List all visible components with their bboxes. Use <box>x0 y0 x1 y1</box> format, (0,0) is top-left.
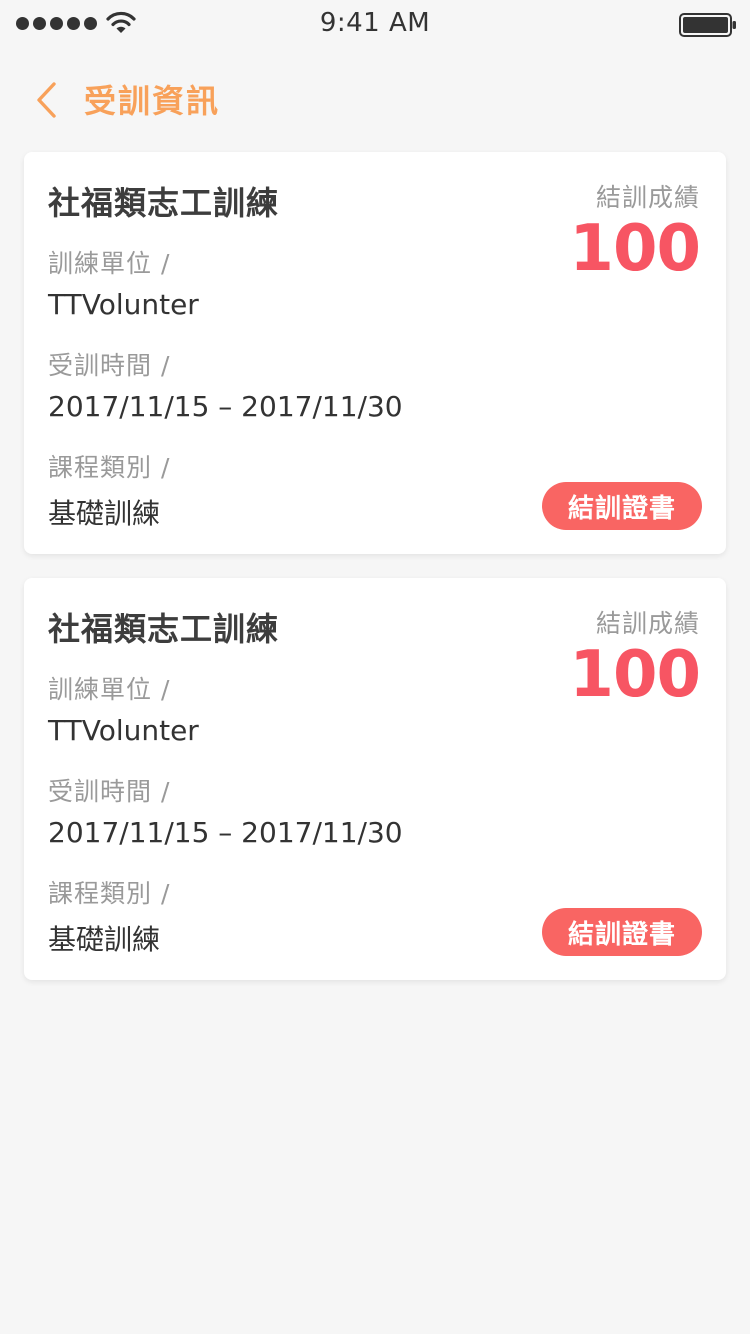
battery-icon <box>679 13 736 37</box>
navigation-bar: 受訓資訊 <box>0 60 750 140</box>
category-value: 基礎訓練 <box>48 497 161 530</box>
category-label: 課程類別 / <box>48 879 171 908</box>
certificate-button[interactable]: 結訓證書 <box>542 908 702 956</box>
unit-label: 訓練單位 / <box>48 675 171 704</box>
period-label: 受訓時間 / <box>48 777 171 806</box>
page-title: 受訓資訊 <box>84 82 221 120</box>
period-value: 2017/11/15 – 2017/11/30 <box>48 390 403 423</box>
score-value: 100 <box>569 638 701 712</box>
category-value: 基礎訓練 <box>48 923 161 956</box>
back-button[interactable] <box>24 78 68 122</box>
certificate-button[interactable]: 結訓證書 <box>542 482 702 530</box>
unit-value: TTVolunter <box>48 288 199 321</box>
score-value: 100 <box>569 212 701 286</box>
status-bar: 9:41 AM <box>0 0 750 48</box>
period-value: 2017/11/15 – 2017/11/30 <box>48 816 403 849</box>
status-time: 9:41 AM <box>319 8 431 38</box>
training-card: 社福類志工訓練 訓練單位 / TTVolunter 受訓時間 / 2017/11… <box>24 578 726 980</box>
course-title: 社福類志工訓練 <box>48 610 280 648</box>
score-label: 結訓成績 <box>595 183 700 212</box>
course-title: 社福類志工訓練 <box>48 184 280 222</box>
training-card: 社福類志工訓練 訓練單位 / TTVolunter 受訓時間 / 2017/11… <box>24 152 726 554</box>
score-label: 結訓成績 <box>595 609 700 638</box>
unit-value: TTVolunter <box>48 714 199 747</box>
chevron-left-icon <box>37 82 56 118</box>
period-label: 受訓時間 / <box>48 351 171 380</box>
category-label: 課程類別 / <box>48 453 171 482</box>
unit-label: 訓練單位 / <box>48 249 171 278</box>
